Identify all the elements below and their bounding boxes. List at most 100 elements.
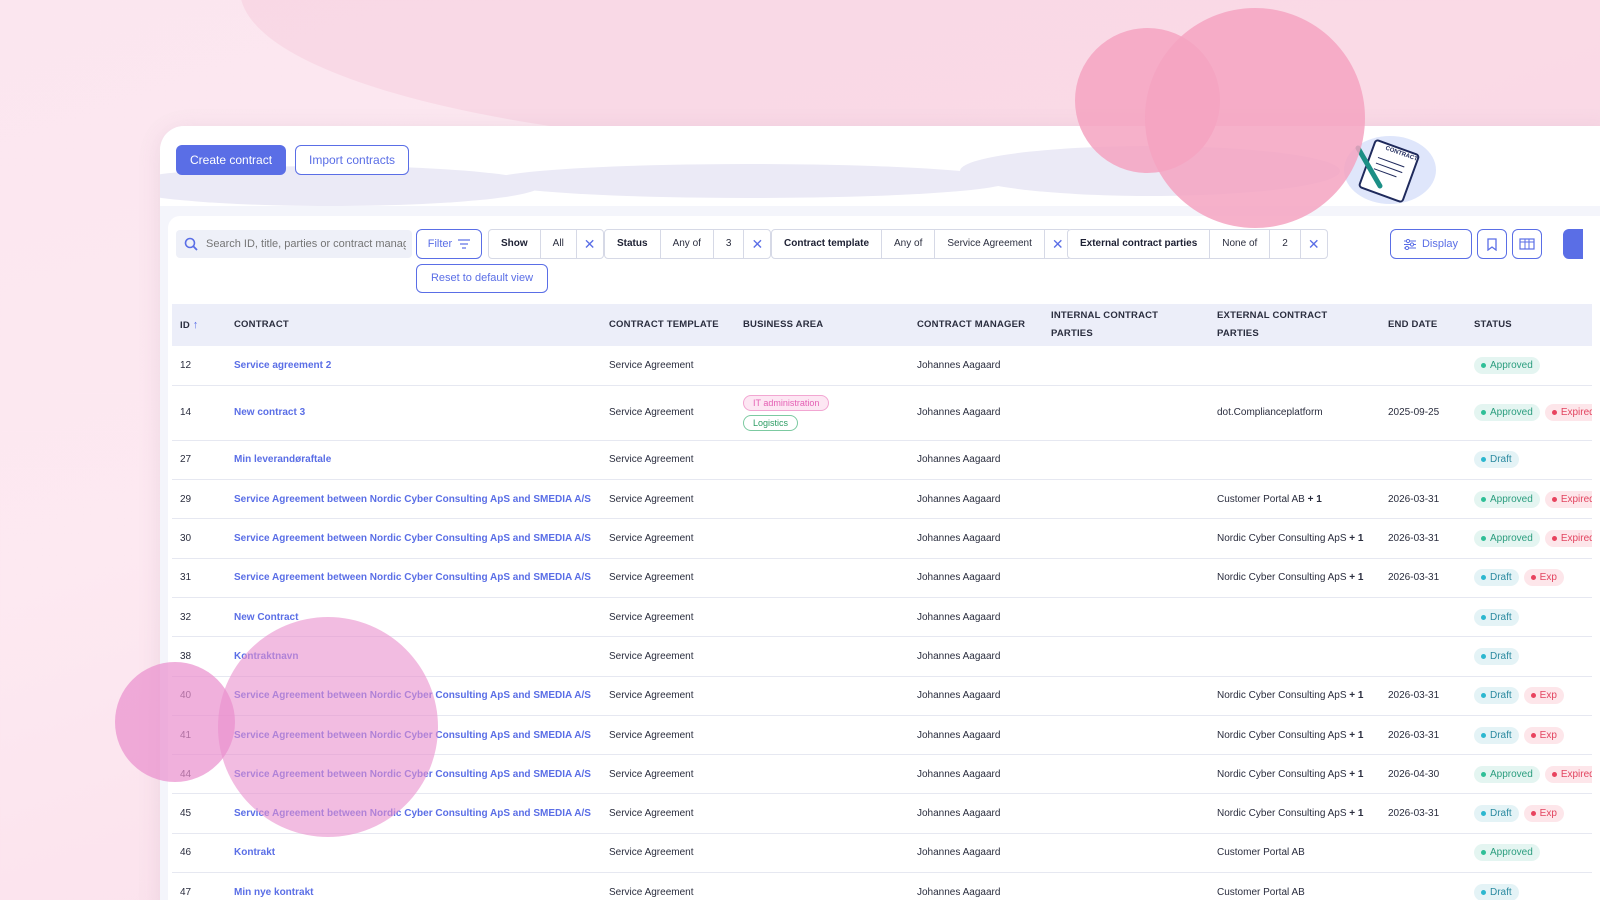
more-parties-count[interactable]: + 1 <box>1349 690 1363 701</box>
more-parties-count[interactable]: + 1 <box>1349 572 1363 583</box>
table-row[interactable]: 47 Min nye kontrakt Service Agreement Jo… <box>172 872 1592 900</box>
col-header-manager[interactable]: CONTRACT MANAGER <box>909 304 1043 346</box>
table-row[interactable]: 41 Service Agreement between Nordic Cybe… <box>172 715 1592 756</box>
contract-title-link[interactable]: New Contract <box>226 597 601 638</box>
cell-id: 47 <box>172 872 226 900</box>
table-row[interactable]: 44 Service Agreement between Nordic Cybe… <box>172 754 1592 795</box>
cell-external-parties <box>1209 346 1380 386</box>
contract-title-link[interactable]: Kontrakt <box>226 833 601 874</box>
chip-value[interactable]: All <box>541 230 577 258</box>
bookmark-button[interactable] <box>1477 229 1507 259</box>
more-parties-count[interactable]: + 1 <box>1349 730 1363 741</box>
contract-title-link[interactable]: Service Agreement between Nordic Cyber C… <box>226 715 601 756</box>
more-parties-count[interactable]: + 1 <box>1349 808 1363 819</box>
table-row[interactable]: 31 Service Agreement between Nordic Cybe… <box>172 558 1592 598</box>
search-box[interactable] <box>176 230 412 258</box>
create-contract-button[interactable]: Create contract <box>176 145 287 175</box>
chip-value[interactable]: 2 <box>1270 230 1301 258</box>
cell-external-parties: Customer Portal AB <box>1209 872 1380 900</box>
table-row[interactable]: 29 Service Agreement between Nordic Cybe… <box>172 479 1592 520</box>
cell-manager: Johannes Aagaard <box>909 385 1043 441</box>
contract-title-link[interactable]: New contract 3 <box>226 385 601 441</box>
more-parties-count[interactable]: + 1 <box>1349 533 1363 544</box>
table-row[interactable]: 40 Service Agreement between Nordic Cybe… <box>172 676 1592 716</box>
action-button-edge[interactable] <box>1563 229 1583 259</box>
chip-operator[interactable]: Any of <box>661 230 714 258</box>
filter-chip-template[interactable]: Contract template Any of Service Agreeme… <box>771 229 1072 259</box>
filter-button[interactable]: Filter <box>416 229 482 259</box>
more-parties-count[interactable]: + 1 <box>1349 769 1363 780</box>
search-icon <box>184 237 198 251</box>
cell-template: Service Agreement <box>601 479 735 520</box>
contract-title-link[interactable]: Service Agreement between Nordic Cyber C… <box>226 479 601 520</box>
chip-value[interactable]: 3 <box>714 230 745 258</box>
cell-status: Draft Exp <box>1466 793 1592 834</box>
table-row[interactable]: 30 Service Agreement between Nordic Cybe… <box>172 518 1592 559</box>
col-header-external-parties[interactable]: EXTERNAL CONTRACT PARTIES <box>1209 304 1380 346</box>
cell-template: Service Agreement <box>601 440 735 481</box>
table-row[interactable]: 12 Service agreement 2 Service Agreement… <box>172 346 1592 386</box>
col-header-internal-parties[interactable]: INTERNAL CONTRACT PARTIES <box>1043 304 1209 346</box>
cell-business-area <box>735 754 909 795</box>
chip-operator[interactable]: Any of <box>882 230 936 258</box>
chip-key: Status <box>605 230 661 258</box>
display-button[interactable]: Display <box>1390 229 1472 259</box>
cell-manager: Johannes Aagaard <box>909 558 1043 598</box>
contract-illustration-icon: CONTRACT <box>1344 136 1436 204</box>
table-row[interactable]: 14 New contract 3 Service Agreement IT a… <box>172 385 1592 441</box>
cell-manager: Johannes Aagaard <box>909 676 1043 716</box>
contract-title-link[interactable]: Service Agreement between Nordic Cyber C… <box>226 793 601 834</box>
table-row[interactable]: 38 Kontraktnavn Service Agreement Johann… <box>172 636 1592 677</box>
columns-button[interactable] <box>1512 229 1542 259</box>
table-row[interactable]: 46 Kontrakt Service Agreement Johannes A… <box>172 833 1592 874</box>
contract-title-link[interactable]: Service Agreement between Nordic Cyber C… <box>226 558 601 598</box>
cell-internal-parties <box>1043 558 1209 598</box>
import-contracts-button[interactable]: Import contracts <box>295 145 410 175</box>
status-badge: Approved <box>1474 490 1540 508</box>
status-badge: Draft <box>1474 647 1519 665</box>
cell-internal-parties <box>1043 518 1209 559</box>
cell-internal-parties <box>1043 440 1209 481</box>
contract-title-link[interactable]: Min leverandøraftale <box>226 440 601 481</box>
cell-business-area <box>735 872 909 900</box>
filter-chip-external-parties[interactable]: External contract parties None of 2 ✕ <box>1067 229 1328 259</box>
col-header-template[interactable]: CONTRACT TEMPLATE <box>601 304 735 346</box>
table-row[interactable]: 27 Min leverandøraftale Service Agreemen… <box>172 440 1592 481</box>
business-area-tag: IT administration <box>743 394 830 411</box>
contract-title-link[interactable]: Min nye kontrakt <box>226 872 601 900</box>
reset-default-view-button[interactable]: Reset to default view <box>416 264 548 293</box>
col-header-end-date[interactable]: END DATE <box>1380 304 1466 346</box>
col-header-contract[interactable]: CONTRACT <box>226 304 601 346</box>
filter-chip-show[interactable]: Show All ✕ <box>488 229 604 259</box>
cell-internal-parties <box>1043 479 1209 520</box>
cell-template: Service Agreement <box>601 636 735 677</box>
chip-operator[interactable]: None of <box>1210 230 1271 258</box>
external-party-name: Nordic Cyber Consulting ApS <box>1217 768 1347 780</box>
cell-manager: Johannes Aagaard <box>909 346 1043 386</box>
more-parties-count[interactable]: + 1 <box>1308 494 1322 505</box>
filter-chip-status[interactable]: Status Any of 3 ✕ <box>604 229 772 259</box>
col-header-status[interactable]: STATUS <box>1466 304 1592 346</box>
remove-filter-icon[interactable]: ✕ <box>577 230 603 258</box>
cell-manager: Johannes Aagaard <box>909 479 1043 520</box>
cell-status: Draft <box>1466 872 1592 900</box>
cell-end-date: 2026-03-31 <box>1380 676 1466 716</box>
chip-value[interactable]: Service Agreement <box>935 230 1045 258</box>
contract-title-link[interactable]: Service Agreement between Nordic Cyber C… <box>226 754 601 795</box>
cell-id: 14 <box>172 385 226 441</box>
contract-title-link[interactable]: Service Agreement between Nordic Cyber C… <box>226 518 601 559</box>
contract-title-link[interactable]: Service Agreement between Nordic Cyber C… <box>226 676 601 716</box>
contract-title-link[interactable]: Kontraktnavn <box>226 636 601 677</box>
col-header-id[interactable]: ID ↑ <box>172 304 226 346</box>
table-row[interactable]: 45 Service Agreement between Nordic Cybe… <box>172 793 1592 834</box>
contract-title-link[interactable]: Service agreement 2 <box>226 346 601 386</box>
cell-internal-parties <box>1043 636 1209 677</box>
col-header-business-area[interactable]: BUSINESS AREA <box>735 304 909 346</box>
remove-filter-icon[interactable]: ✕ <box>744 230 770 258</box>
search-input[interactable] <box>206 238 406 250</box>
status-badge: Approved <box>1474 356 1540 374</box>
cell-business-area: IT administration Logistics <box>735 385 909 441</box>
remove-filter-icon[interactable]: ✕ <box>1301 230 1327 258</box>
cell-external-parties: Nordic Cyber Consulting ApS + 1 <box>1209 715 1380 756</box>
table-row[interactable]: 32 New Contract Service Agreement Johann… <box>172 597 1592 638</box>
